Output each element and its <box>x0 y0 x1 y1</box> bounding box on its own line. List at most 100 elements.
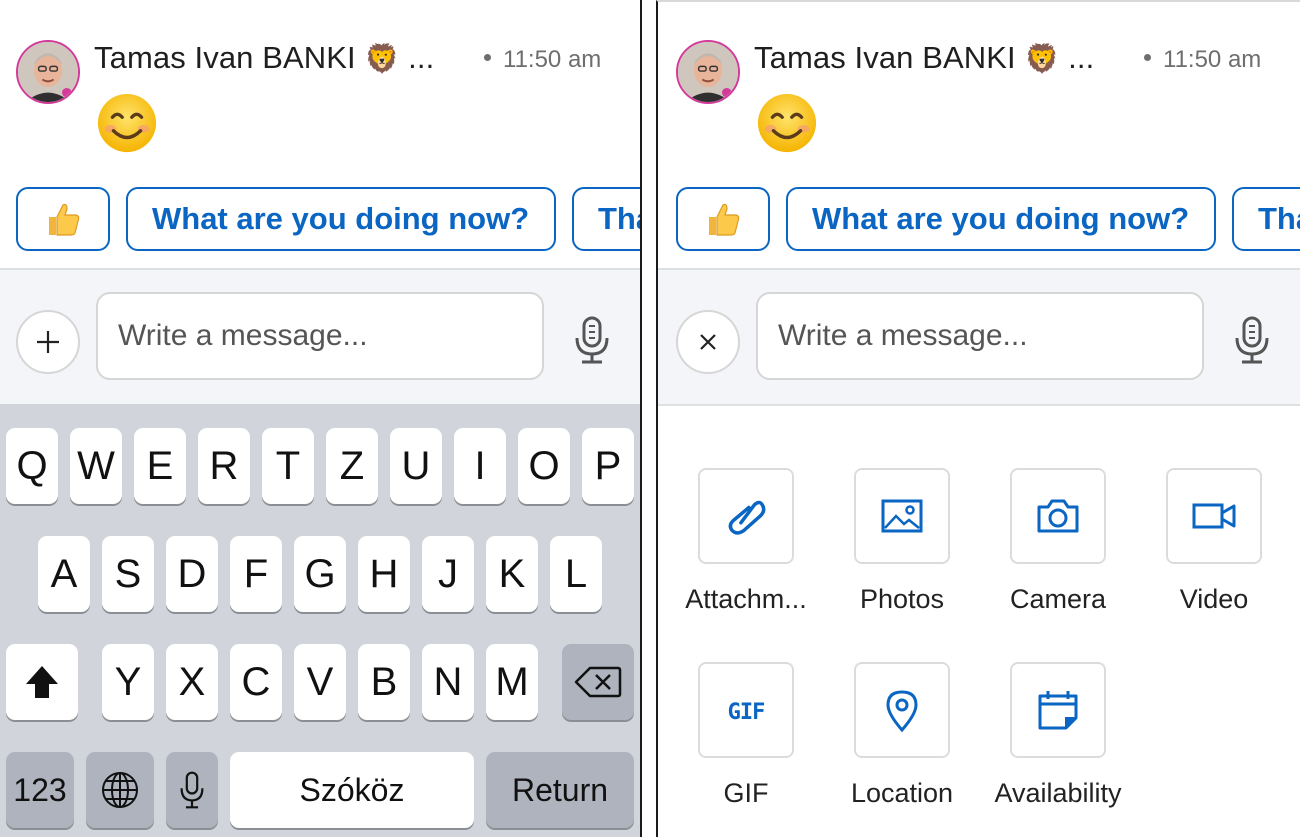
key-t[interactable]: T <box>262 428 314 504</box>
quick-reply-thumbs-up[interactable] <box>16 187 110 251</box>
sender-name-text: Tamas Ivan BANKI <box>754 40 1016 75</box>
key-label: C <box>241 659 271 704</box>
key-b[interactable]: B <box>358 644 410 720</box>
key-f[interactable]: F <box>230 536 282 612</box>
key-u[interactable]: U <box>390 428 442 504</box>
compose-bar: Write a message... <box>658 268 1300 404</box>
key-p[interactable]: P <box>582 428 634 504</box>
thumbs-up-icon <box>709 203 740 236</box>
key-label: E <box>146 443 174 488</box>
gif-tile[interactable]: GIF <box>698 662 794 758</box>
key-k[interactable]: K <box>486 536 538 612</box>
screen-divider <box>640 0 656 837</box>
key-x[interactable]: X <box>166 644 218 720</box>
quick-reply-thumbs-up[interactable] <box>676 187 770 251</box>
smiling-face-icon <box>96 92 158 154</box>
availability-label: Availability <box>994 778 1122 808</box>
key-label: B <box>370 659 398 704</box>
key-y[interactable]: Y <box>102 644 154 720</box>
key-o[interactable]: O <box>518 428 570 504</box>
key-g[interactable]: G <box>294 536 346 612</box>
image-icon <box>881 499 923 533</box>
dictation-key[interactable] <box>166 752 218 828</box>
key-label: Z <box>339 443 365 488</box>
key-label: P <box>594 443 622 488</box>
message-timestamp: 11:50 am <box>1144 46 1261 74</box>
key-r[interactable]: R <box>198 428 250 504</box>
quick-reply-partial[interactable]: Tha <box>572 187 640 251</box>
quick-reply-what-doing[interactable]: What are you doing now? <box>786 187 1216 251</box>
sender-name-text: Tamas Ivan BANKI <box>94 40 356 75</box>
sender-name[interactable]: Tamas Ivan BANKI 🦁 ... <box>754 40 1094 76</box>
microphone-icon[interactable] <box>570 316 614 364</box>
dot-separator <box>1144 54 1151 62</box>
location-tile[interactable] <box>854 662 950 758</box>
message-timestamp: 11:50 am <box>484 46 601 74</box>
key-label: I <box>474 443 486 488</box>
key-label: N <box>433 659 463 704</box>
sender-name[interactable]: Tamas Ivan BANKI 🦁 ... <box>94 40 434 76</box>
key-label: L <box>564 551 588 596</box>
lion-emoji: 🦁 <box>364 42 400 75</box>
key-j[interactable]: J <box>422 536 474 612</box>
compose-bar: Write a message... <box>0 268 640 404</box>
shift-arrow-icon <box>26 666 58 698</box>
key-label: F <box>243 551 269 596</box>
key-d[interactable]: D <box>166 536 218 612</box>
attachment-options-panel: Attachm... Photos Camera Video GIF GIF L… <box>658 404 1300 837</box>
smiling-face-icon <box>756 92 818 154</box>
key-label: U <box>401 443 431 488</box>
key-l[interactable]: L <box>550 536 602 612</box>
quick-reply-label: What are you doing now? <box>152 201 530 236</box>
quick-reply-what-doing[interactable]: What are you doing now? <box>126 187 556 251</box>
key-h[interactable]: H <box>358 536 410 612</box>
attachment-tile[interactable] <box>698 468 794 564</box>
quick-reply-label: Tha <box>598 201 640 236</box>
message-input[interactable]: Write a message... <box>756 292 1204 380</box>
quick-reply-partial[interactable]: Tha <box>1232 187 1300 251</box>
message-input[interactable]: Write a message... <box>96 292 544 380</box>
key-z[interactable]: Z <box>326 428 378 504</box>
key-c[interactable]: C <box>230 644 282 720</box>
availability-tile[interactable] <box>1010 662 1106 758</box>
camera-tile[interactable] <box>1010 468 1106 564</box>
shift-key[interactable] <box>6 644 78 720</box>
globe-key[interactable] <box>86 752 154 828</box>
close-attachments-button[interactable] <box>676 310 740 374</box>
return-key[interactable]: Return <box>486 752 634 828</box>
backspace-key[interactable] <box>562 644 634 720</box>
thumbs-up-icon <box>49 203 80 236</box>
key-v[interactable]: V <box>294 644 346 720</box>
key-n[interactable]: N <box>422 644 474 720</box>
photos-tile[interactable] <box>854 468 950 564</box>
timestamp-text: 11:50 am <box>503 46 602 73</box>
right-screen: Tamas Ivan BANKI 🦁 ... 11:50 am What are… <box>656 0 1300 837</box>
gif-label: GIF <box>723 778 769 808</box>
key-i[interactable]: I <box>454 428 506 504</box>
numbers-key[interactable]: 123 <box>6 752 74 828</box>
sender-ellipsis: ... <box>408 40 435 75</box>
key-m[interactable]: M <box>486 644 538 720</box>
key-label: W <box>77 443 115 488</box>
key-s[interactable]: S <box>102 536 154 612</box>
lion-emoji: 🦁 <box>1024 42 1060 75</box>
key-label: D <box>177 551 207 596</box>
backspace-icon <box>574 666 622 698</box>
avatar[interactable] <box>16 40 80 104</box>
key-q[interactable]: Q <box>6 428 58 504</box>
key-label: T <box>275 443 301 488</box>
key-w[interactable]: W <box>70 428 122 504</box>
key-label: Y <box>114 659 142 704</box>
space-key[interactable]: Szóköz <box>230 752 474 828</box>
video-tile[interactable] <box>1166 468 1262 564</box>
attachment-label: Attachm... <box>685 584 807 614</box>
key-label: K <box>498 551 526 596</box>
microphone-icon[interactable] <box>1230 316 1274 364</box>
key-label: Return <box>511 771 609 808</box>
avatar[interactable] <box>676 40 740 104</box>
key-a[interactable]: A <box>38 536 90 612</box>
message-placeholder: Write a message... <box>118 319 368 352</box>
add-button[interactable] <box>16 310 80 374</box>
key-e[interactable]: E <box>134 428 186 504</box>
key-label: J <box>438 551 458 596</box>
